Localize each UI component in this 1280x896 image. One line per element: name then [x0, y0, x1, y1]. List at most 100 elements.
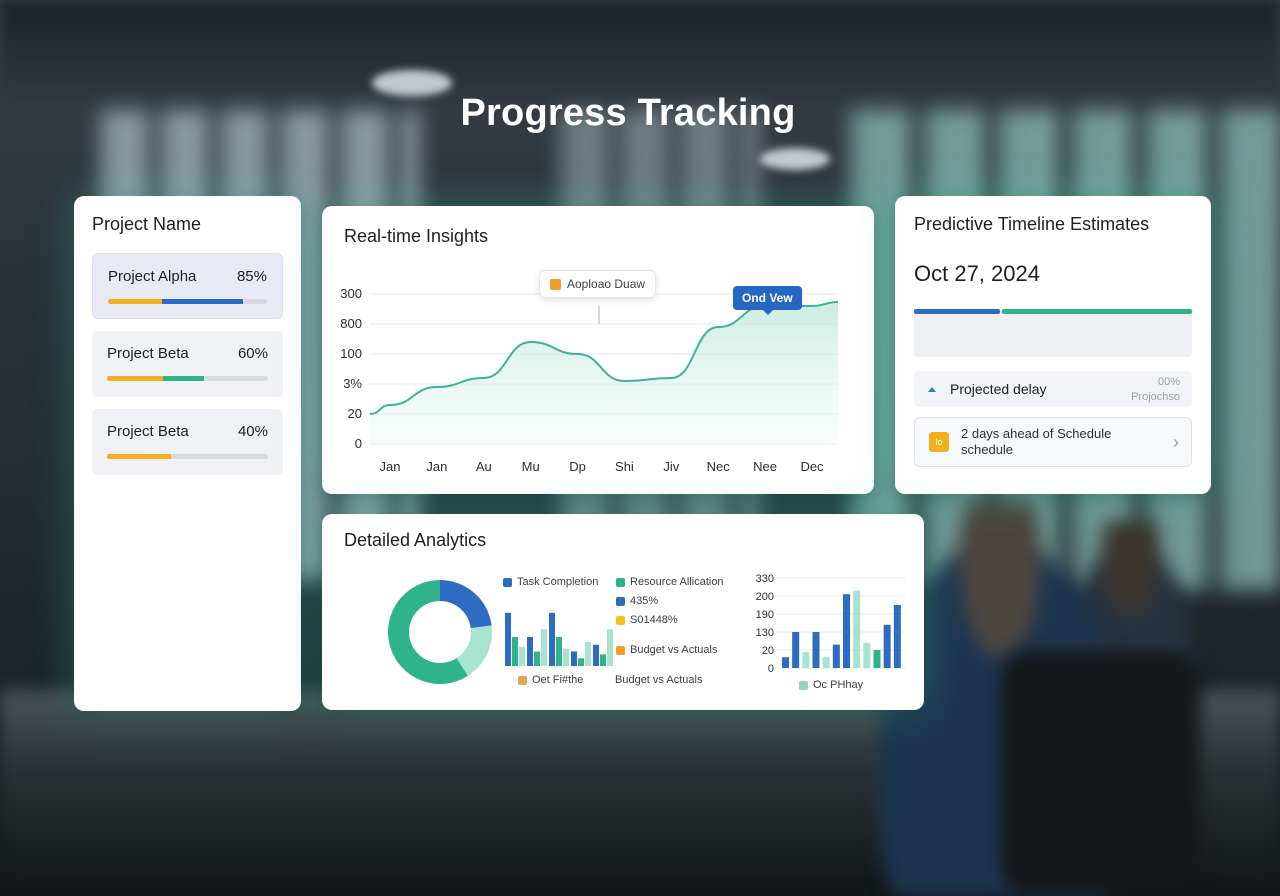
- insights-area-chart: 300 800 100 3% 20 0 Jan Jan Au Mu Dp Shi Jiv Nec Nee De…: [340, 286, 839, 474]
- calendar-badge-icon: lo: [929, 432, 949, 452]
- bar: [549, 612, 555, 666]
- legend-budget-vs-actuals-2: Budget vs Actuals: [615, 674, 702, 686]
- progress-segment: [163, 376, 204, 381]
- timeline-bar: [914, 309, 1192, 357]
- detailed-analytics-panel: Detailed Analytics 330 200 190 130 20 0 Task …: [322, 514, 924, 710]
- office-chair: [1000, 650, 1200, 896]
- project-item[interactable]: Project Alpha 85%: [92, 253, 283, 319]
- legend-swatch: [503, 577, 512, 587]
- area-fill: [370, 302, 838, 444]
- project-percent: 40%: [237, 423, 268, 440]
- x-tick-label: Au: [476, 459, 492, 474]
- legend-swatch: [518, 675, 527, 685]
- project-item[interactable]: Project Beta 40%: [92, 409, 283, 475]
- progress-segment: [108, 299, 163, 304]
- bar: [505, 612, 511, 666]
- y-tick-label: 20: [762, 645, 774, 657]
- y-tick-label: 3%: [343, 376, 362, 391]
- project-item[interactable]: Project Beta 60%: [92, 331, 283, 397]
- projected-delay-row[interactable]: Projected delay 00% Projochso: [914, 371, 1192, 407]
- project-progress-bar: [107, 454, 268, 459]
- legend-label: Resource Allication: [630, 576, 724, 588]
- timeline-remaining-segment: [1002, 309, 1192, 314]
- y-tick-label: 20: [348, 406, 362, 421]
- delay-label: Projected delay: [950, 381, 1047, 397]
- legend-task-completion: Task Completion: [503, 576, 598, 588]
- project-row-head: Project Alpha 85%: [108, 268, 267, 285]
- bar: [512, 637, 518, 666]
- projects-panel: Project Name Project Alpha 85% Project Bet…: [74, 196, 301, 711]
- project-row-head: Project Beta 60%: [107, 345, 268, 362]
- ahead-text: 2 days ahead of Schedule schedule: [961, 426, 1111, 458]
- x-tick-label: Jan: [426, 459, 447, 474]
- legend-swatch: [799, 680, 808, 690]
- legend-oc-phhay: Oc PHhay: [799, 679, 863, 691]
- bar: [893, 605, 901, 668]
- bar: [812, 632, 820, 668]
- legend-swatch: [616, 577, 625, 587]
- chart-tooltip: Aoploao Duaw: [539, 270, 657, 298]
- legend-label: 435%: [630, 595, 659, 607]
- legend-pct-b: S01448%: [616, 614, 678, 626]
- legend-resource-allocation: Resource Allication: [616, 576, 724, 588]
- bar: [600, 654, 606, 666]
- bar: [782, 657, 789, 668]
- y-tick-label: 300: [340, 286, 362, 301]
- legend-label: Oet Fi#the: [532, 674, 584, 686]
- bar: [556, 637, 562, 666]
- project-percent: 85%: [236, 268, 267, 285]
- timeline-elapsed-segment: [914, 309, 1000, 314]
- project-name: Project Beta: [107, 345, 189, 362]
- bar: [571, 651, 577, 666]
- chevron-right-icon[interactable]: ›: [1173, 432, 1179, 453]
- bar: [822, 657, 830, 668]
- y-tick-label: 800: [340, 316, 362, 331]
- legend-label: Oc PHhay: [813, 679, 864, 691]
- project-name: Project Beta: [107, 423, 189, 440]
- square-icon: [550, 278, 561, 290]
- bar: [585, 641, 591, 666]
- legend-label: Budget vs Actuals: [630, 644, 718, 656]
- y-tick-label: 100: [340, 346, 362, 361]
- x-tick-label: Dec: [800, 459, 824, 474]
- bar: [607, 629, 613, 666]
- predictive-title: Predictive Timeline Estimates: [914, 214, 1150, 234]
- legend-swatch: [616, 615, 625, 625]
- x-tick-label: Nee: [753, 459, 777, 474]
- bar: [863, 642, 871, 668]
- project-name: Project Alpha: [108, 268, 197, 285]
- donut-slice: [440, 580, 492, 629]
- ahead-line-2: schedule: [961, 442, 1014, 457]
- bar: [843, 594, 850, 668]
- bar: [593, 644, 599, 666]
- x-tick-label: Mu: [522, 459, 540, 474]
- progress-segment: [162, 299, 244, 304]
- bar: [578, 658, 584, 666]
- legend-label: Task Completion: [517, 576, 599, 588]
- ahead-of-schedule-row[interactable]: lo 2 days ahead of Schedule schedule ›: [914, 417, 1192, 467]
- legend-oet-phttie: Oet Fi#the: [518, 674, 583, 686]
- legend-pct-a: 435%: [616, 595, 658, 607]
- realtime-insights-panel: Real-time Insights 300 800 100 3% 20 0 Jan Jan A…: [322, 206, 874, 494]
- progress-segment: [107, 454, 172, 459]
- tooltip-pointer: [598, 306, 600, 324]
- page-title: Progress Tracking: [460, 92, 796, 134]
- legend-swatch: [616, 645, 625, 655]
- y-tick-label: 0: [355, 436, 362, 451]
- legend-label: S01448%: [630, 614, 678, 626]
- y-tick-label: 130: [756, 627, 774, 639]
- y-tick-label: 200: [756, 591, 774, 603]
- ahead-line-1: 2 days ahead of Schedule: [961, 426, 1112, 441]
- ceiling-lamp: [760, 148, 830, 170]
- x-tick-label: Shi: [615, 459, 634, 474]
- project-percent: 60%: [237, 345, 268, 362]
- legend-label: Budget vs Actuals: [615, 674, 703, 686]
- bar: [802, 651, 810, 668]
- bar: [563, 648, 569, 666]
- delay-percent: 00%: [1157, 376, 1180, 388]
- x-tick-label: Dp: [569, 459, 586, 474]
- bar: [519, 646, 525, 666]
- on-view-badge[interactable]: Ond Vew: [733, 286, 802, 315]
- progress-segment: [107, 376, 164, 381]
- delay-subtext: Projochso: [1131, 391, 1180, 403]
